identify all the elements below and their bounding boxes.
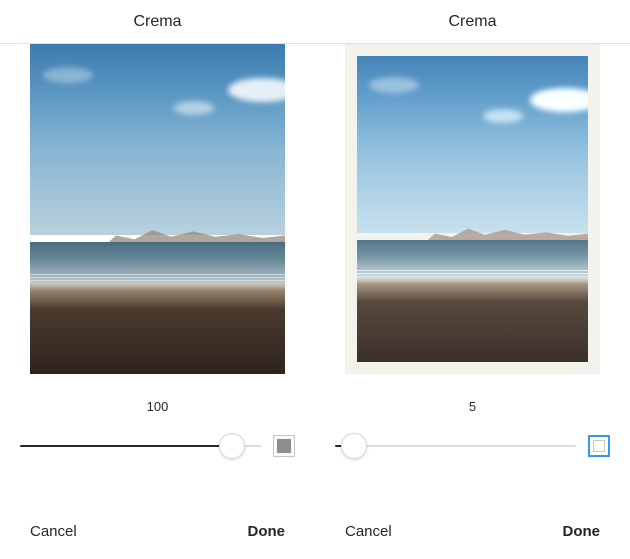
frame-icon	[593, 440, 605, 452]
slider-area: 100	[0, 384, 315, 474]
cancel-button[interactable]: Cancel	[345, 523, 392, 540]
photo-preview[interactable]	[345, 44, 600, 374]
slider-track-fill	[20, 445, 232, 447]
frame-toggle-button[interactable]	[588, 435, 610, 457]
slider-area: 5	[315, 384, 630, 474]
cancel-button[interactable]: Cancel	[30, 523, 77, 540]
editor-container: Crema 100	[0, 0, 630, 559]
photo-preview[interactable]	[30, 44, 285, 374]
done-button[interactable]: Done	[563, 523, 601, 540]
bottom-bar: Cancel Done	[315, 504, 630, 559]
left-panel: Crema 100	[0, 0, 315, 559]
preview-area	[0, 44, 315, 384]
right-panel: Crema 5	[315, 0, 630, 559]
preview-area	[315, 44, 630, 384]
slider-thumb[interactable]	[341, 433, 367, 459]
intensity-slider[interactable]	[335, 432, 576, 460]
intensity-slider[interactable]	[20, 432, 261, 460]
slider-value-label: 100	[147, 399, 169, 414]
frame-toggle-button[interactable]	[273, 435, 295, 457]
filter-title: Crema	[315, 0, 630, 44]
bottom-bar: Cancel Done	[0, 504, 315, 559]
slider-thumb[interactable]	[219, 433, 245, 459]
slider-value-label: 5	[469, 399, 476, 414]
filter-title: Crema	[0, 0, 315, 44]
frame-icon	[277, 439, 291, 453]
done-button[interactable]: Done	[248, 523, 286, 540]
